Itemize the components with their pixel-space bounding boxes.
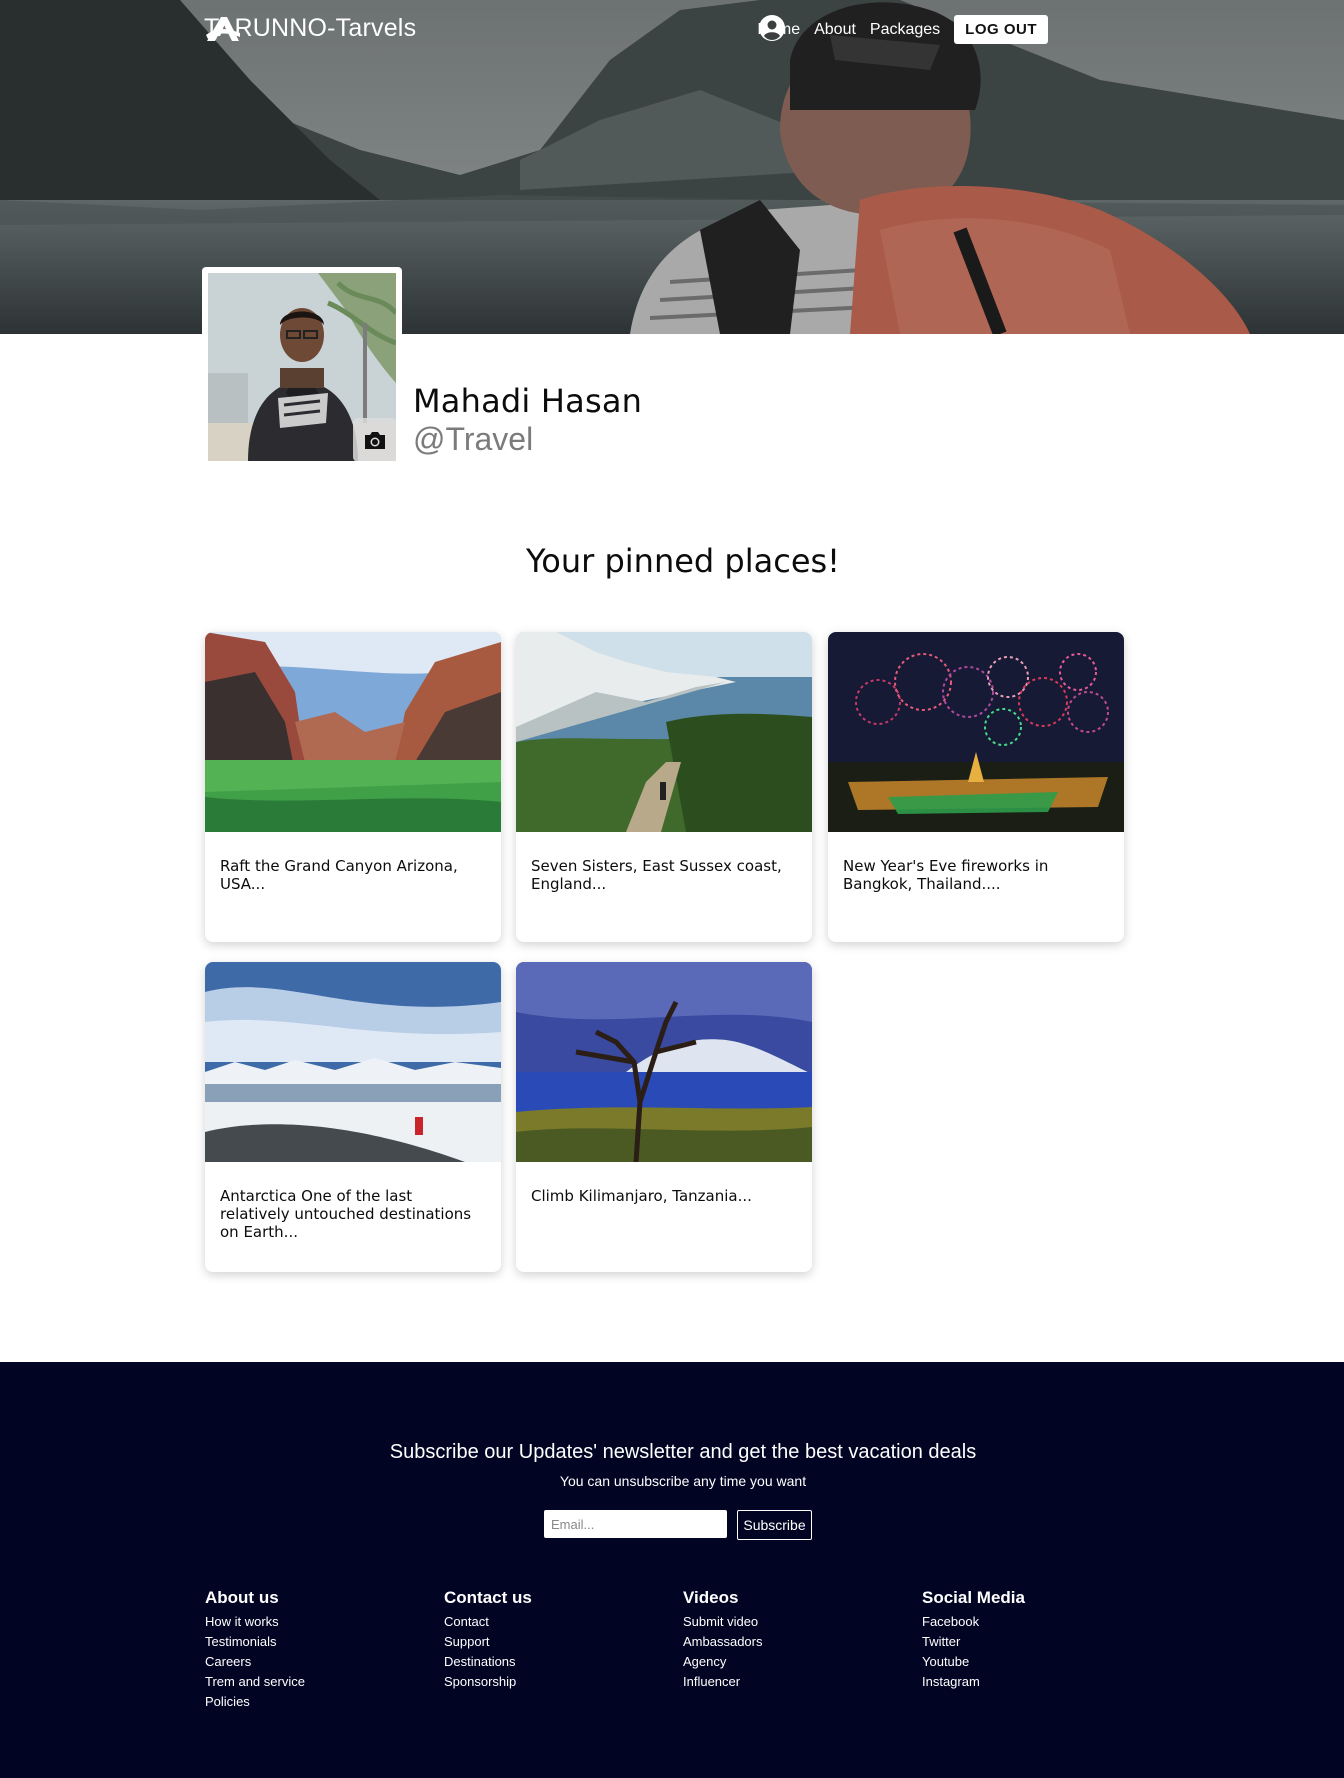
- card-title: Seven Sisters, East Sussex coast, Englan…: [531, 857, 782, 893]
- footer-link-youtube[interactable]: Youtube: [922, 1652, 1025, 1672]
- profile-name: Mahadi Hasan: [413, 382, 643, 420]
- footer-column-title: About us: [205, 1588, 279, 1607]
- footer-link[interactable]: Influencer: [683, 1672, 762, 1692]
- change-photo-button[interactable]: [353, 418, 396, 461]
- footer-link-facebook[interactable]: Facebook: [922, 1612, 1025, 1632]
- nav-about[interactable]: About: [814, 21, 856, 39]
- footer-link[interactable]: Submit video: [683, 1612, 762, 1632]
- footer-link[interactable]: Support: [444, 1632, 532, 1652]
- brand-logo-icon: [206, 17, 240, 41]
- footer-column-contact: Contact us Contact Support Destinations …: [444, 1588, 532, 1692]
- user-account-icon[interactable]: [759, 15, 786, 41]
- card-image: [516, 632, 812, 832]
- pinned-card-bangkok[interactable]: New Year's Eve fireworks in Bangkok, Tha…: [828, 632, 1124, 942]
- pinned-card-grand-canyon[interactable]: Raft the Grand Canyon Arizona, USA...: [205, 632, 501, 942]
- footer-column-title: Videos: [683, 1588, 739, 1607]
- newsletter-subtitle: You can unsubscribe any time you want: [559, 1473, 807, 1489]
- nav-packages[interactable]: Packages: [870, 21, 940, 39]
- pinned-card-kilimanjaro[interactable]: Climb Kilimanjaro, Tanzania...: [516, 962, 812, 1272]
- brand[interactable]: TARUNNO-Tarvels: [204, 14, 416, 43]
- logout-button[interactable]: LOG OUT: [954, 15, 1048, 44]
- footer-link-twitter[interactable]: Twitter: [922, 1632, 1025, 1652]
- card-title: Antarctica One of the last relatively un…: [220, 1187, 472, 1241]
- footer-link[interactable]: Policies: [205, 1692, 305, 1712]
- footer-column-social: Social Media Facebook Twitter Youtube In…: [922, 1588, 1025, 1692]
- footer-link[interactable]: Agency: [683, 1652, 762, 1672]
- footer: Subscribe our Updates' newsletter and ge…: [0, 1362, 1344, 1778]
- profile-handle: @Travel: [413, 421, 534, 457]
- navbar: TARUNNO-Tarvels Home About Packages LOG …: [0, 0, 1344, 60]
- footer-link[interactable]: Trem and service: [205, 1672, 305, 1692]
- footer-column-title: Social Media: [922, 1588, 1025, 1607]
- footer-link[interactable]: Testimonials: [205, 1632, 305, 1652]
- footer-link[interactable]: Ambassadors: [683, 1632, 762, 1652]
- card-title: Climb Kilimanjaro, Tanzania...: [531, 1187, 752, 1205]
- footer-link[interactable]: Destinations: [444, 1652, 532, 1672]
- card-image: [205, 632, 501, 832]
- newsletter-title: Subscribe our Updates' newsletter and ge…: [389, 1441, 977, 1463]
- subscribe-button[interactable]: Subscribe: [737, 1510, 812, 1540]
- card-title: Raft the Grand Canyon Arizona, USA...: [220, 857, 458, 893]
- nav-links: Home About Packages LOG OUT: [757, 15, 1048, 44]
- card-image: [205, 962, 501, 1162]
- card-image: [828, 632, 1124, 832]
- pinned-card-antarctica[interactable]: Antarctica One of the last relatively un…: [205, 962, 501, 1272]
- footer-link[interactable]: Contact: [444, 1612, 532, 1632]
- profile-avatar-frame: [202, 267, 402, 465]
- footer-column-title: Contact us: [444, 1588, 532, 1607]
- card-title: New Year's Eve fireworks in Bangkok, Tha…: [843, 857, 1049, 893]
- footer-column-videos: Videos Submit video Ambassadors Agency I…: [683, 1588, 762, 1692]
- footer-link[interactable]: Careers: [205, 1652, 305, 1672]
- email-input[interactable]: [544, 1510, 727, 1538]
- pinned-card-seven-sisters[interactable]: Seven Sisters, East Sussex coast, Englan…: [516, 632, 812, 942]
- pinned-places-title: Your pinned places!: [525, 542, 840, 580]
- card-image: [516, 962, 812, 1162]
- footer-column-about: About us How it works Testimonials Caree…: [205, 1588, 305, 1712]
- camera-icon: [365, 432, 385, 449]
- footer-link[interactable]: Sponsorship: [444, 1672, 532, 1692]
- footer-link-instagram[interactable]: Instagram: [922, 1672, 1025, 1692]
- avatar: [208, 273, 396, 461]
- footer-link[interactable]: How it works: [205, 1612, 305, 1632]
